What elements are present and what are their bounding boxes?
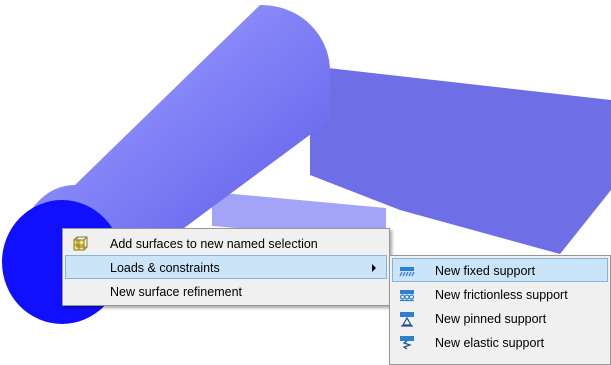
named-selection-icon	[73, 236, 88, 251]
menu-item-surface-refinement[interactable]: New surface refinement	[65, 279, 387, 303]
frictionless-support-icon	[399, 290, 415, 302]
menu-item-loads-constraints[interactable]: Loads & constraints	[65, 255, 387, 279]
menu-item-label: New fixed support	[435, 264, 536, 278]
menu-item-pinned-support[interactable]: New pinned support	[392, 306, 608, 330]
menu-item-fixed-support[interactable]: New fixed support	[392, 258, 608, 282]
menu-item-elastic-support[interactable]: New elastic support	[392, 330, 608, 354]
elastic-support-icon	[400, 336, 414, 350]
menu-item-label: Add surfaces to new named selection	[110, 237, 318, 251]
menu-item-label: Loads & constraints	[110, 261, 220, 275]
menu-item-label: New pinned support	[435, 312, 547, 326]
menu-item-label: New surface refinement	[110, 285, 243, 299]
loads-constraints-submenu: New fixed support New frictionless suppo…	[389, 255, 611, 365]
pinned-support-icon	[400, 312, 414, 327]
menu-item-label: New elastic support	[435, 336, 545, 350]
submenu-arrow-icon	[372, 264, 376, 272]
fixed-support-icon	[399, 267, 415, 277]
menu-item-add-named-selection[interactable]: Add surfaces to new named selection	[65, 231, 387, 255]
context-menu: Add surfaces to new named selection Load…	[62, 228, 390, 306]
menu-item-frictionless-support[interactable]: New frictionless support	[392, 282, 608, 306]
menu-item-label: New frictionless support	[435, 288, 568, 302]
